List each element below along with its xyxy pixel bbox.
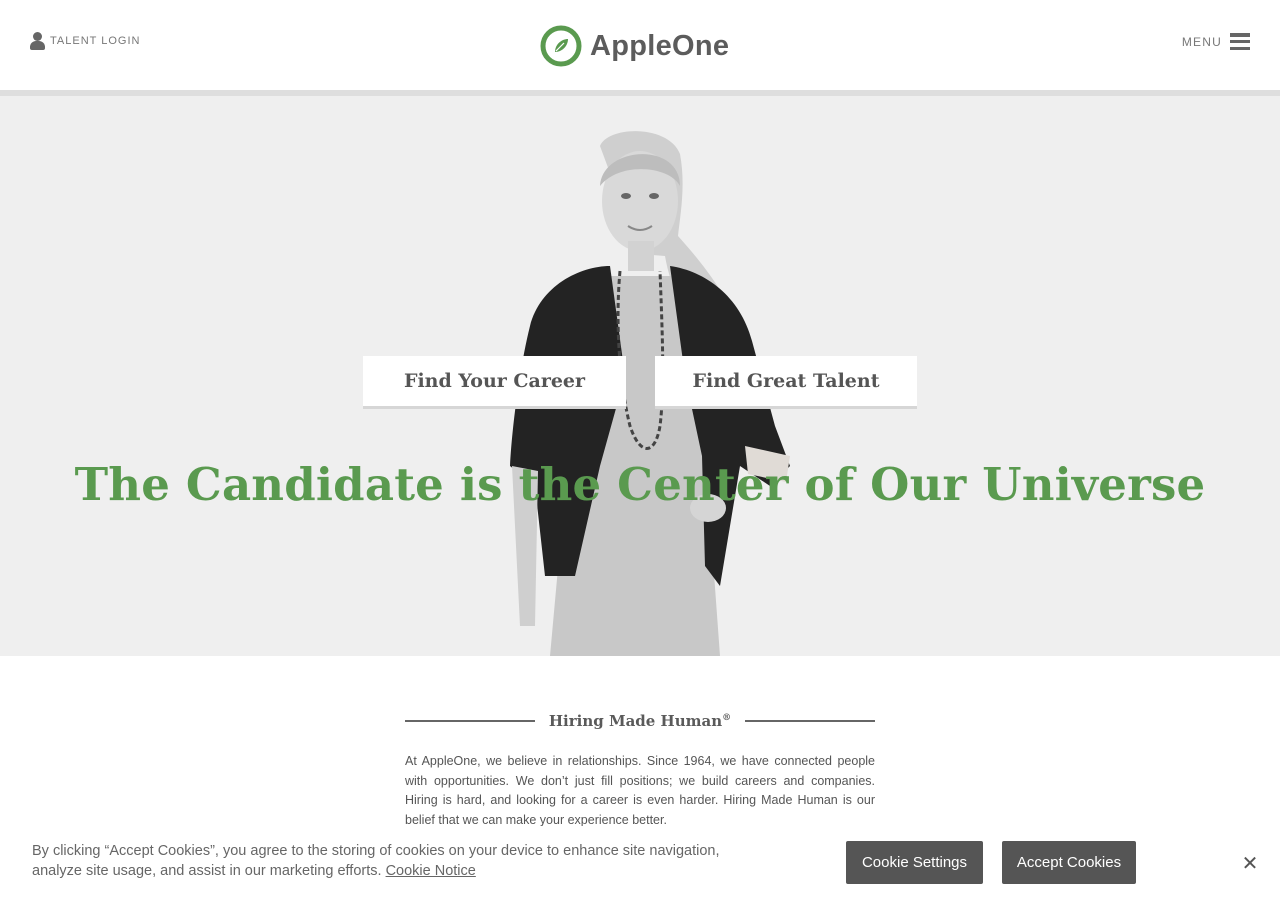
apple-leaf-logo-icon bbox=[540, 25, 582, 67]
person-icon bbox=[30, 32, 45, 50]
apple-one-logo[interactable]: AppleOne bbox=[540, 25, 729, 67]
site-header: TALENT LOGIN AppleOne MENU bbox=[0, 0, 1280, 90]
find-great-talent-button[interactable]: Find Great Talent bbox=[655, 356, 917, 409]
find-your-career-button[interactable]: Find Your Career bbox=[363, 356, 626, 409]
cookie-notice-link[interactable]: Cookie Notice bbox=[386, 863, 476, 879]
talent-login-link[interactable]: TALENT LOGIN bbox=[30, 32, 140, 50]
menu-label: MENU bbox=[1181, 34, 1222, 49]
cookie-settings-button[interactable]: Cookie Settings bbox=[846, 841, 983, 884]
close-icon[interactable]: ✕ bbox=[1240, 826, 1260, 900]
cookie-message: By clicking “Accept Cookies”, you agree … bbox=[32, 843, 720, 879]
intro-heading-row: Hiring Made Human® bbox=[405, 712, 875, 730]
hero-section: Find Your Career Find Great Talent The C… bbox=[0, 96, 1280, 656]
registered-mark: ® bbox=[722, 713, 732, 723]
heading-rule-right bbox=[745, 720, 875, 722]
logo-wordmark: AppleOne bbox=[590, 29, 730, 62]
accept-cookies-button[interactable]: Accept Cookies bbox=[1002, 841, 1136, 884]
intro-paragraph: At AppleOne, we believe in relationships… bbox=[405, 754, 875, 827]
cookie-banner: By clicking “Accept Cookies”, you agree … bbox=[0, 826, 1280, 900]
menu-button[interactable]: MENU bbox=[1182, 33, 1250, 50]
heading-rule-left bbox=[405, 720, 535, 722]
hamburger-icon bbox=[1230, 33, 1250, 50]
hero-headline: The Candidate is the Center of Our Unive… bbox=[74, 458, 1206, 511]
talent-login-label: TALENT LOGIN bbox=[50, 35, 141, 47]
intro-heading: Hiring Made Human® bbox=[548, 712, 732, 730]
